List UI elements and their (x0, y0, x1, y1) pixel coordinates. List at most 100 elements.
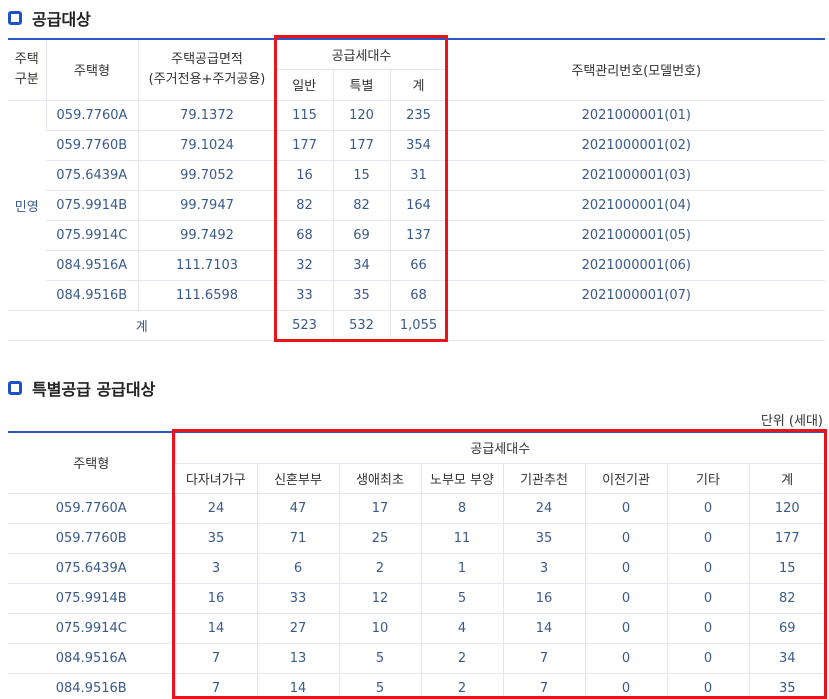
cell-count: 14 (174, 613, 257, 644)
header-households: 공급세대수 (174, 432, 826, 464)
cell-special: 35 (332, 280, 390, 311)
cell-total: 66 (389, 250, 448, 281)
special-supply-title: 특별공급 공급대상 (32, 380, 156, 399)
cell-count: 0 (666, 553, 749, 584)
cell-count: 2 (420, 673, 503, 699)
cell-count: 0 (584, 583, 667, 614)
cell-model: 2021000001(05) (446, 220, 826, 251)
header-type-group: 주택 구분 (8, 39, 46, 101)
cell-house-type: 075.6439A (8, 553, 175, 584)
cell-area: 111.6598 (137, 280, 276, 311)
group-label: 민영 (8, 100, 46, 311)
cell-count: 71 (256, 523, 339, 554)
cell-special: 82 (332, 190, 390, 221)
cell-count: 2 (338, 553, 421, 584)
header-special: 특별 (332, 69, 390, 101)
header-special-col: 신혼부부 (256, 463, 339, 494)
cell-model: 2021000001(02) (446, 130, 826, 161)
cell-house-type: 059.7760A (8, 493, 175, 524)
cell-house-type: 075.9914C (46, 220, 138, 251)
sum-general: 523 (275, 310, 333, 341)
special-supply-table: 주택형 공급세대수 다자녀가구 신혼부부 생애최초 노부모 부양 기관추천 이전기관 기타 계… (8, 431, 826, 699)
section-square-icon (8, 381, 22, 395)
section-square-icon (8, 11, 22, 25)
cell-count: 4 (420, 613, 503, 644)
cell-count: 13 (256, 643, 339, 674)
cell-count: 0 (584, 613, 667, 644)
cell-count: 16 (502, 583, 585, 614)
cell-count: 0 (666, 613, 749, 644)
cell-special: 177 (332, 130, 390, 161)
table-row: 059.7760B 35 71 25 11 35 0 0 177 (8, 523, 826, 554)
cell-total: 137 (389, 220, 448, 251)
cell-count: 35 (502, 523, 585, 554)
table-row: 084.9516A 7 13 5 2 7 0 0 34 (8, 643, 826, 674)
cell-model: 2021000001(06) (446, 250, 826, 281)
table-row: 084.9516A 111.7103 32 34 66 2021000001(06) (8, 250, 826, 281)
cell-count: 120 (748, 493, 826, 524)
cell-total: 164 (389, 190, 448, 221)
cell-count: 0 (666, 643, 749, 674)
cell-model: 2021000001(03) (446, 160, 826, 191)
header-special-col: 생애최초 (338, 463, 421, 494)
cell-count: 69 (748, 613, 826, 644)
cell-house-type: 075.9914C (8, 613, 175, 644)
header-general: 일반 (276, 69, 333, 101)
cell-count: 35 (174, 523, 257, 554)
cell-count: 17 (338, 493, 421, 524)
cell-general: 32 (275, 250, 333, 281)
header-total: 계 (389, 69, 448, 101)
cell-count: 3 (174, 553, 257, 584)
table-row: 민영 059.7760A 79.1372 115 120 235 2021000001(01… (8, 100, 826, 311)
cell-model: 2021000001(01) (446, 100, 826, 131)
cell-count: 0 (666, 523, 749, 554)
cell-total: 354 (389, 130, 448, 161)
cell-count: 15 (748, 553, 826, 584)
header-model-no: 주택관리번호(모델번호) (446, 39, 826, 101)
cell-count: 0 (584, 523, 667, 554)
cell-count: 34 (748, 643, 826, 674)
cell-count: 0 (666, 493, 749, 524)
header-special-col: 노부모 부양 (420, 463, 503, 494)
cell-house-type: 059.7760A (45, 100, 138, 131)
cell-area: 111.7103 (137, 250, 276, 281)
cell-total: 68 (389, 280, 448, 311)
cell-general: 16 (275, 160, 333, 191)
cell-count: 2 (420, 643, 503, 674)
cell-count: 7 (502, 673, 585, 699)
table-row: 075.9914C 99.7492 68 69 137 2021000001(05) (8, 220, 826, 251)
cell-count: 35 (748, 673, 826, 699)
cell-special: 120 (332, 100, 390, 131)
cell-area: 99.7052 (137, 160, 276, 191)
cell-house-type: 059.7760B (8, 523, 175, 554)
supply-title: 공급대상 (32, 10, 91, 29)
cell-count: 0 (666, 673, 749, 699)
header-households: 공급세대수 (275, 39, 448, 70)
cell-count: 24 (502, 493, 585, 524)
cell-count: 10 (338, 613, 421, 644)
special-section-title: 특별공급 공급대상 (8, 376, 155, 400)
table-row: 075.9914B 99.7947 82 82 164 2021000001(04) (8, 190, 826, 221)
cell-count: 8 (420, 493, 503, 524)
cell-general: 115 (275, 100, 333, 131)
cell-count: 25 (338, 523, 421, 554)
header-special-col: 이전기관 (584, 463, 667, 494)
cell-general: 33 (275, 280, 333, 311)
header-house-type: 주택형 (45, 39, 138, 101)
cell-model: 2021000001(07) (446, 280, 826, 311)
cell-area: 99.7492 (137, 220, 276, 251)
cell-count: 0 (584, 493, 667, 524)
header-special-col: 다자녀가구 (175, 463, 257, 494)
sum-row: 계 523 532 1,055 (8, 310, 826, 341)
cell-count: 47 (256, 493, 339, 524)
cell-general: 68 (275, 220, 333, 251)
unit-label: 단위 (세대) (760, 414, 823, 429)
cell-house-type: 084.9516A (46, 250, 138, 281)
cell-count: 14 (502, 613, 585, 644)
sum-empty (446, 310, 826, 341)
cell-count: 5 (338, 673, 421, 699)
cell-count: 33 (256, 583, 339, 614)
cell-count: 24 (174, 493, 257, 524)
cell-count: 3 (502, 553, 585, 584)
header-house-type: 주택형 (8, 432, 175, 494)
